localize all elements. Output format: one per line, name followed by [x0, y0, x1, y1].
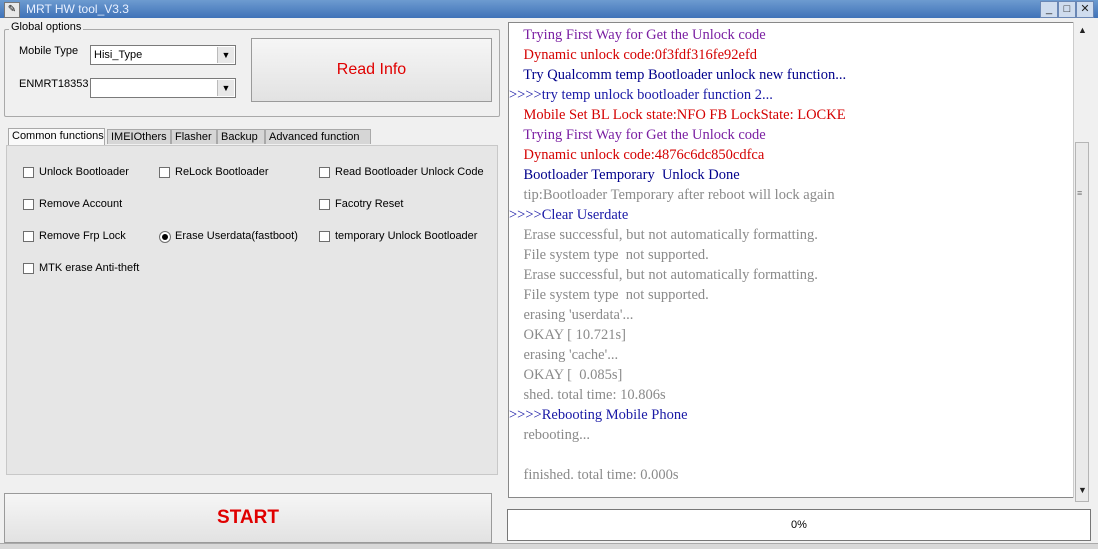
log-output[interactable]: Trying First Way for Get the Unlock code…	[508, 22, 1090, 498]
common-functions-panel	[6, 145, 498, 475]
read-info-button[interactable]: Read Info	[251, 38, 492, 102]
radio-button[interactable]	[159, 231, 171, 243]
close-button[interactable]: ✕	[1076, 1, 1094, 18]
checkbox[interactable]	[23, 167, 34, 178]
app-icon: ✎	[4, 2, 20, 18]
log-line: File system type not supported.	[509, 247, 709, 263]
window-title: MRT HW tool_V3.3	[26, 2, 129, 16]
log-line: Erase successful, but not automatically …	[509, 227, 818, 243]
log-line: shed. total time: 10.806s	[509, 387, 666, 403]
log-line: Trying First Way for Get the Unlock code	[509, 27, 766, 43]
log-scrollbar[interactable]: ▲ ≡ ▼	[1073, 22, 1091, 502]
maximize-button[interactable]: □	[1058, 1, 1076, 18]
log-line: Dynamic unlock code:4876c6dc850cdfca	[509, 147, 765, 163]
chevron-down-icon[interactable]: ▼	[217, 80, 234, 96]
account-label: ENMRT18353	[19, 78, 89, 90]
tab-imei-others[interactable]: IMEIOthers	[107, 129, 171, 144]
log-line: Bootloader Temporary Unlock Done	[509, 167, 740, 183]
log-line: >>>>Rebooting Mobile Phone	[509, 407, 688, 423]
account-select[interactable]: ▼	[90, 78, 236, 98]
global-options-label: Global options	[9, 21, 84, 33]
log-line: erasing 'cache'...	[509, 347, 619, 363]
tab-common-functions[interactable]: Common functions	[8, 128, 105, 145]
progress-bar: 0%	[507, 509, 1091, 541]
radio-selected-dot	[162, 234, 168, 240]
log-line: File system type not supported.	[509, 287, 709, 303]
scroll-down-icon[interactable]: ▼	[1074, 482, 1091, 498]
checkbox[interactable]	[23, 199, 34, 210]
mobile-type-select[interactable]: Hisi_Type ▼	[90, 45, 236, 65]
log-line: Erase successful, but not automatically …	[509, 267, 818, 283]
checkbox[interactable]	[159, 167, 170, 178]
tab-flasher[interactable]: Flasher	[171, 129, 217, 144]
log-line: >>>>Clear Userdate	[509, 207, 629, 223]
checkbox[interactable]	[23, 231, 34, 242]
start-button[interactable]: START	[4, 493, 492, 543]
checkbox[interactable]	[23, 263, 34, 274]
log-line: Trying First Way for Get the Unlock code	[509, 127, 766, 143]
log-line: Try Qualcomm temp Bootloader unlock new …	[509, 67, 847, 83]
tab-backup[interactable]: Backup	[217, 129, 265, 144]
chevron-down-icon[interactable]: ▼	[217, 47, 234, 63]
title-bar: ✎ MRT HW tool_V3.3 _ □ ✕	[0, 0, 1098, 18]
mobile-type-value: Hisi_Type	[94, 49, 143, 61]
mobile-type-label: Mobile Type	[19, 45, 79, 57]
log-line: Mobile Set BL Lock state:NFO FB LockStat…	[509, 107, 846, 123]
log-line: >>>>try temp unlock bootloader function …	[509, 87, 773, 103]
checkbox[interactable]	[319, 231, 330, 242]
checkbox[interactable]	[319, 167, 330, 178]
bottom-edge	[0, 543, 1098, 549]
log-line: OKAY [ 10.721s]	[509, 327, 626, 343]
checkbox[interactable]	[319, 199, 330, 210]
progress-text: 0%	[791, 519, 807, 531]
log-line: finished. total time: 0.000s	[509, 467, 679, 483]
log-line: erasing 'userdata'...	[509, 307, 634, 323]
log-line: Dynamic unlock code:0f3fdf316fe92efd	[509, 47, 758, 63]
log-line: OKAY [ 0.085s]	[509, 367, 623, 383]
log-line: tip:Bootloader Temporary after reboot wi…	[509, 187, 835, 203]
log-line: rebooting...	[509, 427, 590, 443]
scroll-up-icon[interactable]: ▲	[1074, 22, 1091, 38]
minimize-button[interactable]: _	[1040, 1, 1058, 18]
tab-advanced-function[interactable]: Advanced function	[265, 129, 371, 144]
grip-icon: ≡	[1077, 188, 1083, 198]
